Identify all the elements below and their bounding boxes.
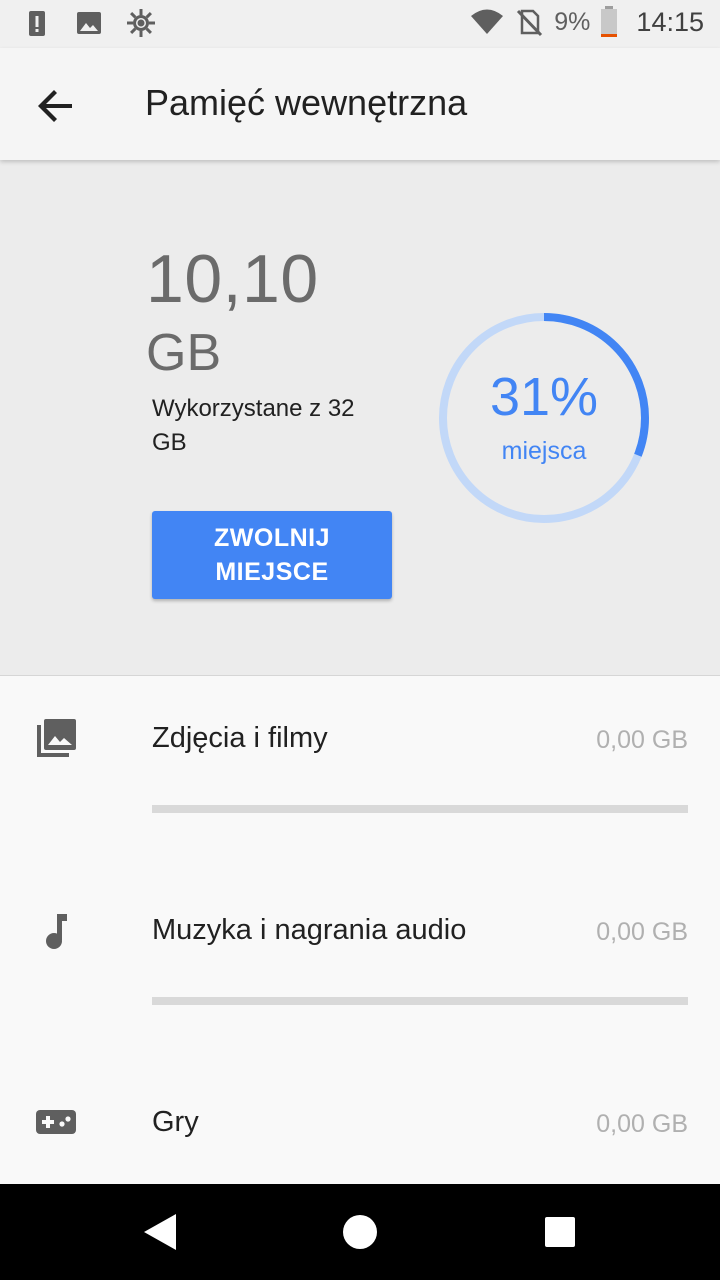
wifi-icon	[471, 9, 504, 34]
category-usage-bar	[152, 805, 688, 813]
recents-square-icon[interactable]	[536, 1208, 584, 1256]
category-usage-bar	[152, 997, 688, 1005]
alert-icon	[29, 11, 45, 36]
category-label: Zdjęcia i filmy	[152, 722, 328, 754]
used-storage-unit: GB	[146, 324, 222, 382]
back-triangle-icon[interactable]	[136, 1208, 184, 1256]
used-storage-value: 10,10	[146, 241, 319, 317]
status-bar: 9% 14:15	[0, 0, 720, 48]
battery-low-icon	[601, 6, 618, 37]
used-storage-description: Wykorzystane z 32 GB	[152, 395, 355, 456]
clock: 14:15	[636, 6, 704, 37]
photo-library-icon	[37, 719, 76, 757]
image-icon	[77, 12, 101, 34]
music-note-icon	[46, 914, 67, 949]
free-up-space-label: ZWOLNIJ MIEJSCE	[214, 524, 330, 586]
brightness-icon	[127, 9, 155, 37]
storage-summary: 10,10 GB Wykorzystane z 32 GB ZWOLNIJ MI…	[0, 160, 720, 676]
category-label: Gry	[152, 1106, 199, 1138]
category-size: 0,00 GB	[596, 1110, 688, 1138]
category-music-audio[interactable]: Muzyka i nagrania audio 0,00 GB	[0, 868, 720, 1060]
page-title: Pamięć wewnętrzna	[145, 82, 468, 123]
category-size: 0,00 GB	[596, 726, 688, 754]
app-bar: Pamięć wewnętrzna	[0, 48, 720, 160]
storage-percent: 31%	[489, 367, 599, 427]
free-up-space-button[interactable]: ZWOLNIJ MIEJSCE	[152, 511, 392, 599]
category-label: Muzyka i nagrania audio	[152, 914, 467, 946]
gamepad-icon	[36, 1110, 76, 1134]
no-sim-icon	[517, 9, 543, 37]
category-size: 0,00 GB	[596, 918, 688, 946]
category-photos-videos[interactable]: Zdjęcia i filmy 0,00 GB	[0, 676, 720, 868]
system-navigation-bar	[0, 1184, 720, 1280]
battery-percent: 9%	[554, 7, 591, 36]
arrow-back-icon[interactable]	[32, 82, 80, 130]
storage-percent-label: miejsca	[501, 437, 587, 465]
home-circle-icon[interactable]	[336, 1208, 384, 1256]
